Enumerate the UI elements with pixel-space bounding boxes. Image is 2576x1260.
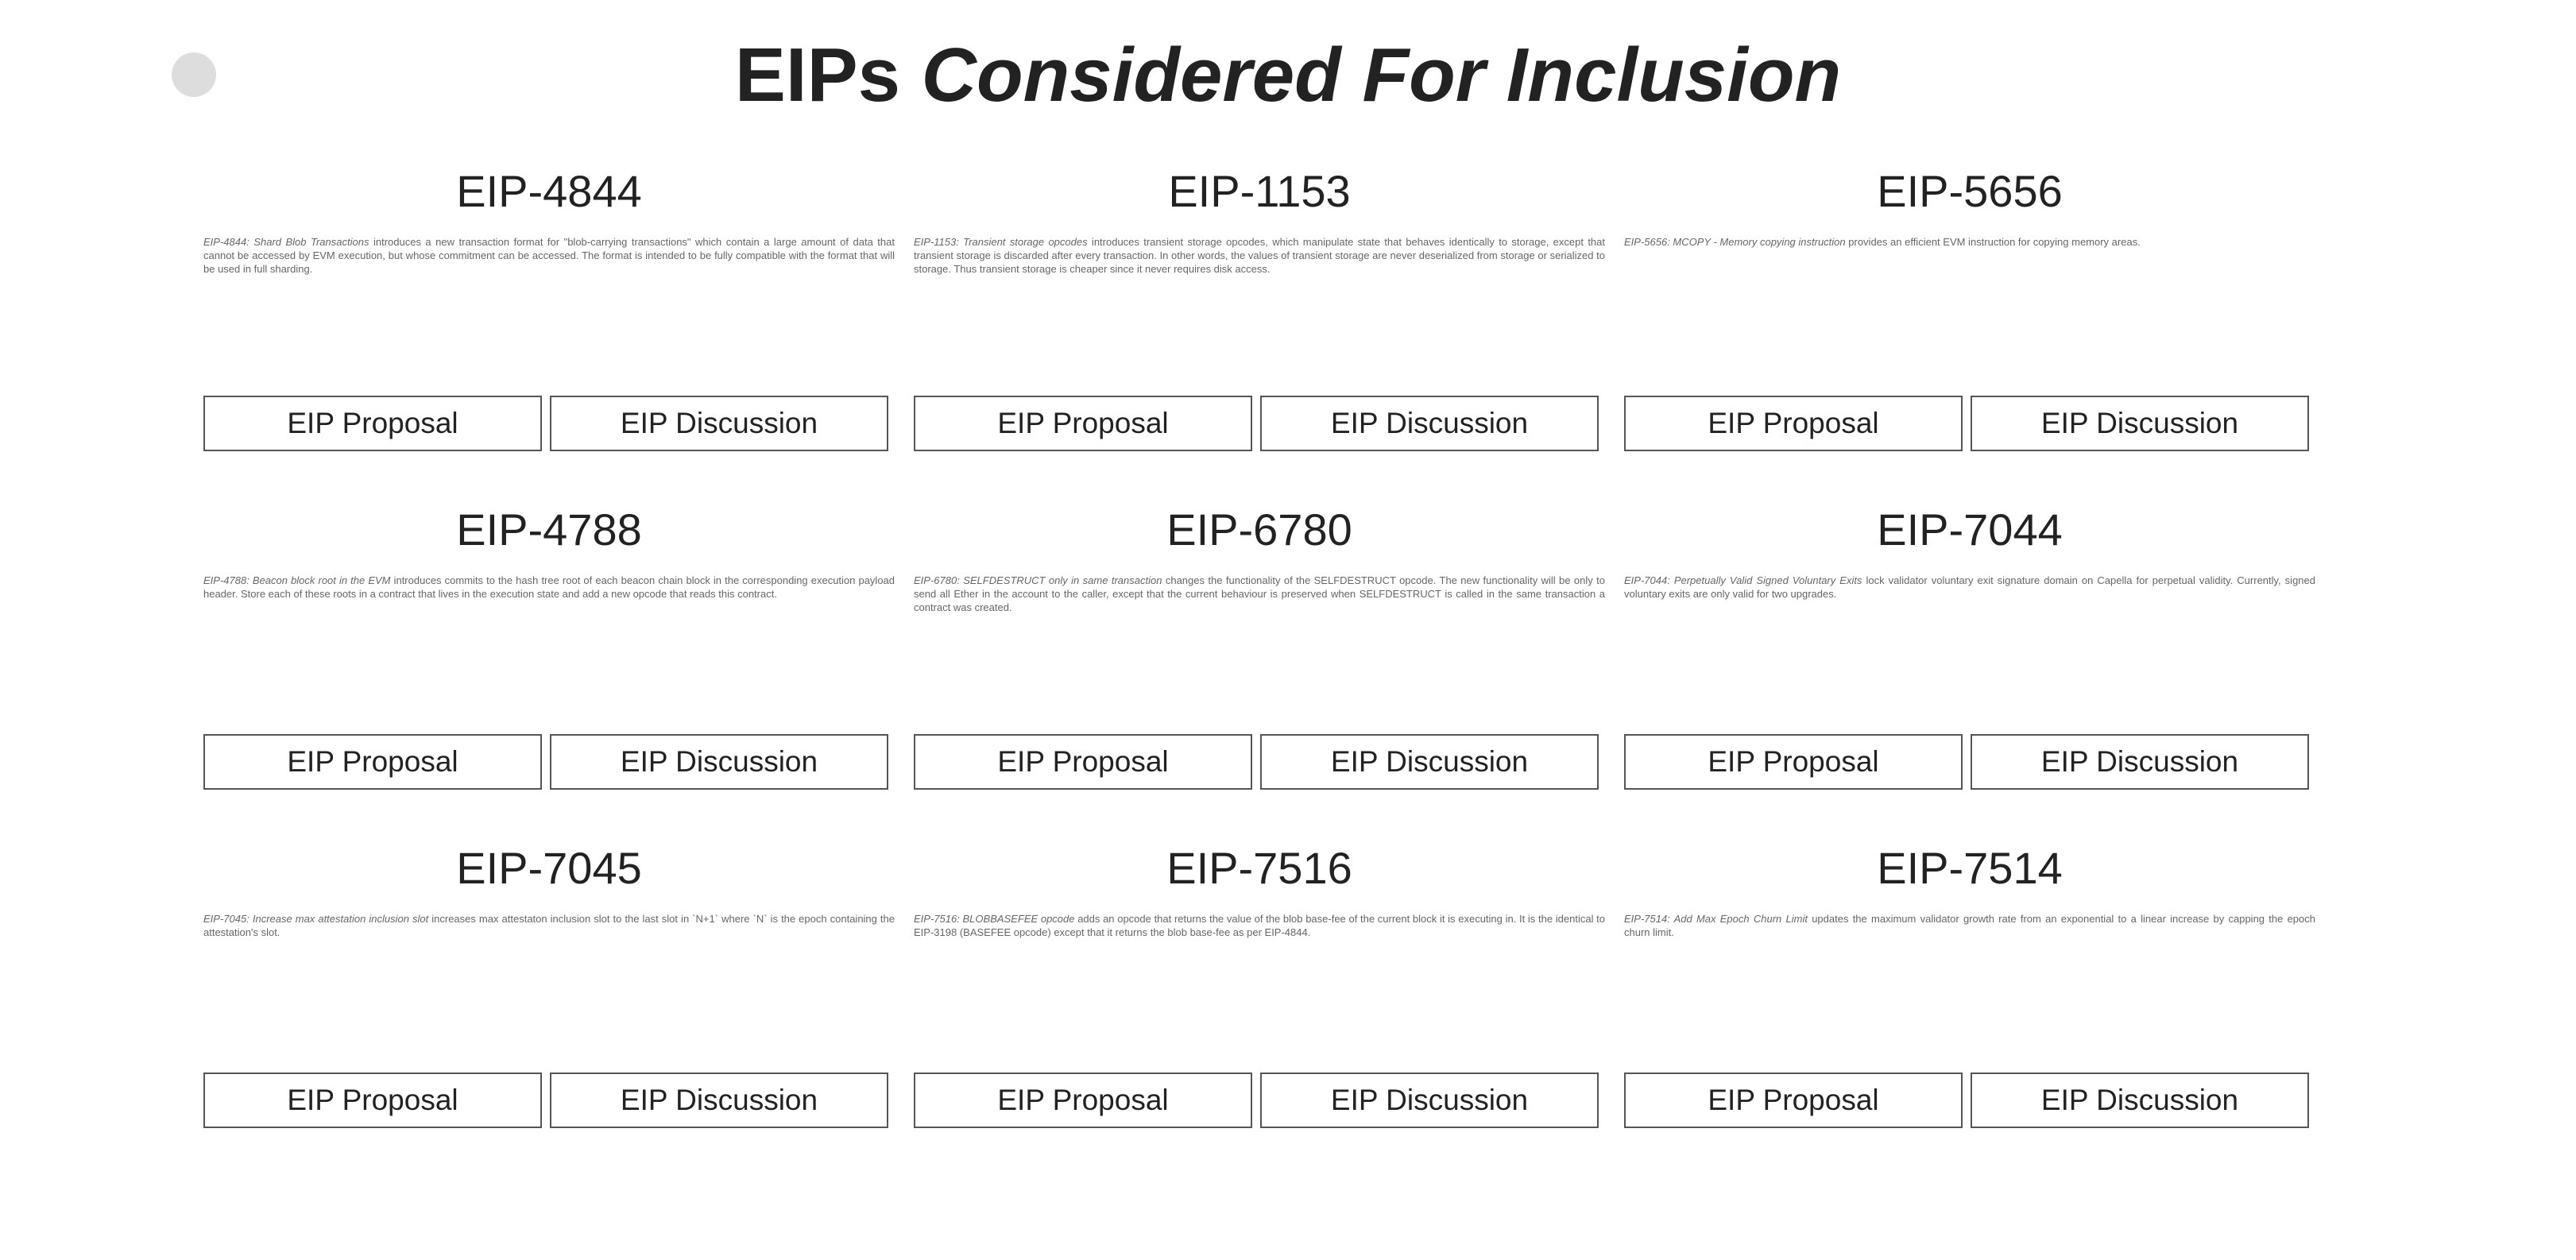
eip-card-description: EIP-4844: Shard Blob Transactions introd…: [203, 235, 895, 276]
eip-card-buttons: EIP Proposal EIP Discussion: [203, 1073, 888, 1128]
eip-card-title: EIP-6780: [1166, 504, 1352, 555]
eip-card: EIP-4844 EIP-4844: Shard Blob Transactio…: [203, 159, 895, 497]
eip-card-description: EIP-4788: Beacon block root in the EVM i…: [203, 574, 895, 601]
eip-card-description: EIP-7044: Perpetually Valid Signed Volun…: [1624, 574, 2315, 601]
eip-card-buttons: EIP Proposal EIP Discussion: [1624, 396, 2309, 451]
eip-card: EIP-7514 EIP-7514: Add Max Epoch Churn L…: [1624, 836, 2315, 1174]
eip-card-title: EIP-7045: [456, 843, 642, 893]
page-title: EIPs Considered For Inclusion: [0, 32, 2576, 119]
eip-card-buttons: EIP Proposal EIP Discussion: [914, 1073, 1599, 1128]
eip-card-description-name: EIP-4788: Beacon block root in the EVM: [203, 574, 391, 586]
eip-card-buttons: EIP Proposal EIP Discussion: [203, 396, 888, 451]
eip-card-description: EIP-5656: MCOPY - Memory copying instruc…: [1624, 235, 2315, 249]
eip-card-description-name: EIP-7044: Perpetually Valid Signed Volun…: [1624, 574, 1862, 586]
eip-card: EIP-6780 EIP-6780: SELFDESTRUCT only in …: [914, 497, 1605, 836]
eip-card-title: EIP-4788: [456, 504, 642, 555]
eip-card-title: EIP-7514: [1877, 843, 2063, 893]
eip-discussion-button[interactable]: EIP Discussion: [1971, 1073, 2309, 1128]
eip-card: EIP-5656 EIP-5656: MCOPY - Memory copyin…: [1624, 159, 2315, 497]
eip-proposal-button[interactable]: EIP Proposal: [1624, 1073, 1963, 1128]
eip-card-description: EIP-7514: Add Max Epoch Churn Limit upda…: [1624, 912, 2315, 939]
eip-proposal-button[interactable]: EIP Proposal: [1624, 396, 1963, 451]
eip-card-buttons: EIP Proposal EIP Discussion: [914, 734, 1599, 790]
eip-card-description: EIP-7045: Increase max attestation inclu…: [203, 912, 895, 939]
eip-discussion-button[interactable]: EIP Discussion: [1260, 1073, 1599, 1128]
eip-card: EIP-7045 EIP-7045: Increase max attestat…: [203, 836, 895, 1174]
eip-discussion-button[interactable]: EIP Discussion: [1971, 396, 2309, 451]
eip-card-description: EIP-7516: BLOBBASEFEE opcode adds an opc…: [914, 912, 1605, 939]
eip-discussion-button[interactable]: EIP Discussion: [550, 396, 888, 451]
eip-proposal-button[interactable]: EIP Proposal: [203, 1073, 542, 1128]
eip-card-buttons: EIP Proposal EIP Discussion: [1624, 1073, 2309, 1128]
eip-card-title: EIP-1153: [1168, 166, 1351, 216]
page-title-plain: EIPs: [734, 33, 900, 118]
eip-discussion-button[interactable]: EIP Discussion: [550, 734, 888, 790]
eip-card-description-name: EIP-6780: SELFDESTRUCT only in same tran…: [914, 574, 1162, 586]
eip-card-description-name: EIP-5656: MCOPY - Memory copying instruc…: [1624, 236, 1846, 248]
eip-card-description-text: provides an efficient EVM instruction fo…: [1845, 236, 2141, 248]
eip-proposal-button[interactable]: EIP Proposal: [914, 1073, 1252, 1128]
eip-discussion-button[interactable]: EIP Discussion: [1971, 734, 2309, 790]
eip-card: EIP-7516 EIP-7516: BLOBBASEFEE opcode ad…: [914, 836, 1605, 1174]
eip-card-buttons: EIP Proposal EIP Discussion: [203, 734, 888, 790]
eip-discussion-button[interactable]: EIP Discussion: [1260, 734, 1599, 790]
eip-grid: EIP-4844 EIP-4844: Shard Blob Transactio…: [203, 159, 2317, 1174]
eip-card-title: EIP-4844: [456, 166, 642, 216]
eip-card-description-name: EIP-7514: Add Max Epoch Churn Limit: [1624, 913, 1808, 925]
eip-proposal-button[interactable]: EIP Proposal: [914, 396, 1252, 451]
eip-card-description-name: EIP-4844: Shard Blob Transactions: [203, 236, 369, 248]
eip-discussion-button[interactable]: EIP Discussion: [1260, 396, 1599, 451]
eip-proposal-button[interactable]: EIP Proposal: [203, 396, 542, 451]
eip-proposal-button[interactable]: EIP Proposal: [1624, 734, 1963, 790]
eip-discussion-button[interactable]: EIP Discussion: [550, 1073, 888, 1128]
eip-card-title: EIP-5656: [1877, 166, 2063, 216]
eip-card-title: EIP-7044: [1877, 504, 2063, 555]
page: EIPs Considered For Inclusion EIP-4844 E…: [0, 0, 2576, 1260]
eip-card: EIP-7044 EIP-7044: Perpetually Valid Sig…: [1624, 497, 2315, 836]
eip-card-title: EIP-7516: [1166, 843, 1352, 893]
eip-card-buttons: EIP Proposal EIP Discussion: [914, 396, 1599, 451]
eip-card: EIP-4788 EIP-4788: Beacon block root in …: [203, 497, 895, 836]
eip-proposal-button[interactable]: EIP Proposal: [203, 734, 542, 790]
eip-proposal-button[interactable]: EIP Proposal: [914, 734, 1252, 790]
eip-card-buttons: EIP Proposal EIP Discussion: [1624, 734, 2309, 790]
eip-card-description: EIP-6780: SELFDESTRUCT only in same tran…: [914, 574, 1605, 614]
page-title-emphasis: Considered For Inclusion: [921, 33, 1842, 118]
eip-card: EIP-1153 EIP-1153: Transient storage opc…: [914, 159, 1605, 497]
eip-card-description-name: EIP-7045: Increase max attestation inclu…: [203, 913, 429, 925]
eip-card-description-name: EIP-1153: Transient storage opcodes: [914, 236, 1088, 248]
eip-card-description: EIP-1153: Transient storage opcodes intr…: [914, 235, 1605, 276]
eip-card-description-name: EIP-7516: BLOBBASEFEE opcode: [914, 913, 1075, 925]
